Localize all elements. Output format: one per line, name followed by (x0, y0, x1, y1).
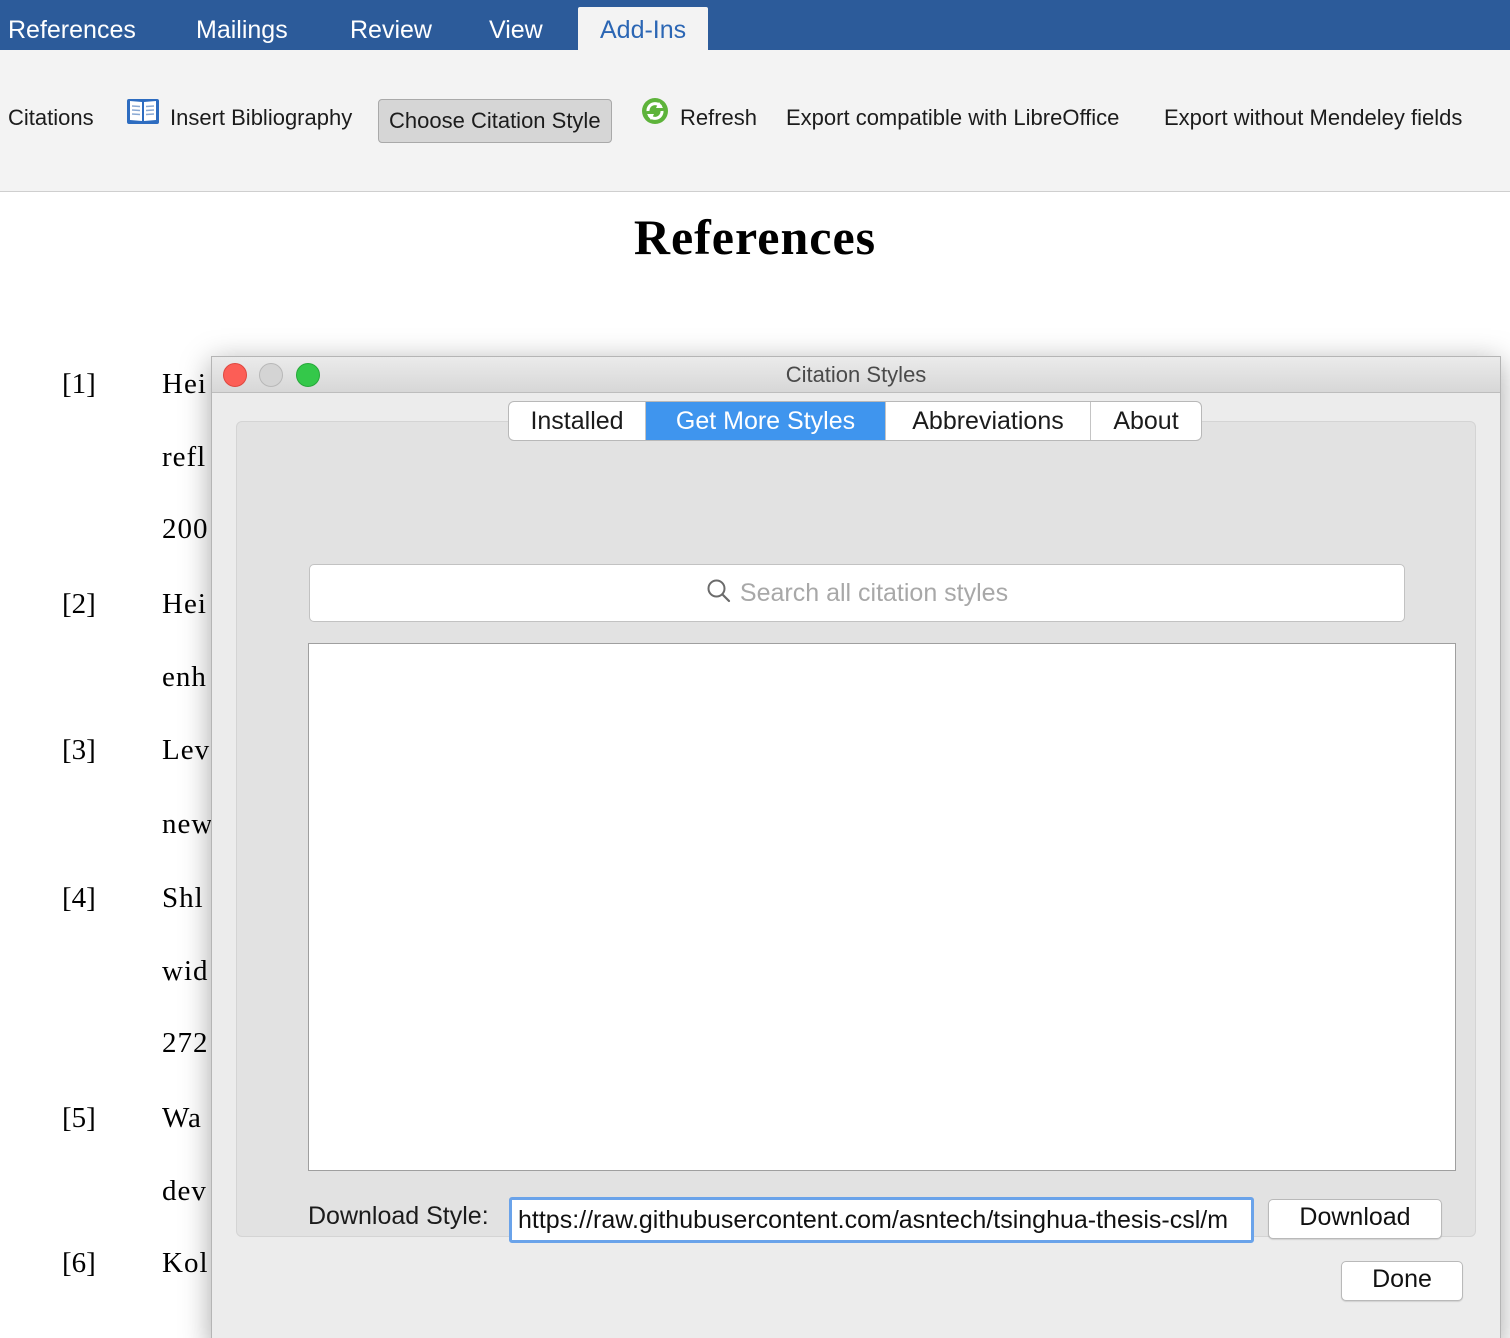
style-results-list[interactable] (308, 643, 1456, 1171)
ref-line: wid (162, 955, 209, 987)
ref-line: new (162, 808, 214, 840)
ref-number: [5] (62, 1102, 96, 1134)
tab-installed[interactable]: Installed (509, 402, 646, 440)
dialog-titlebar[interactable]: Citation Styles (212, 357, 1500, 393)
dialog-title: Citation Styles (785, 362, 927, 387)
ref-number: [3] (62, 734, 96, 766)
ref-line: Hei (162, 368, 207, 400)
ref-number: [2] (62, 588, 96, 620)
ref-line: Wa (162, 1102, 202, 1134)
insert-bibliography-label: Insert Bibliography (170, 105, 353, 130)
ref-line: 272 (162, 1027, 209, 1059)
refresh-label: Refresh (680, 105, 758, 130)
ref-line: Shl (162, 882, 204, 914)
tab-get-more-styles[interactable]: Get More Styles (646, 402, 886, 440)
refresh-button[interactable]: Refresh (640, 95, 757, 141)
ref-number: [6] (62, 1247, 96, 1279)
ref-line: 200 (162, 513, 209, 545)
tab-view[interactable]: View (489, 0, 543, 50)
ref-number: [4] (62, 882, 96, 914)
citations-button[interactable]: Citations (8, 95, 94, 141)
download-style-label: Download Style: (308, 1202, 489, 1230)
document-title: References (633, 209, 877, 265)
tab-about[interactable]: About (1091, 402, 1201, 440)
choose-citation-style-button[interactable]: Choose Citation Style (378, 99, 612, 143)
download-button[interactable]: Download (1268, 1199, 1442, 1239)
tab-add-ins[interactable]: Add-Ins (578, 7, 709, 50)
search-placeholder: Search all citation styles (739, 578, 1009, 607)
dialog-tab-bar: Installed Get More Styles Abbreviations … (508, 401, 1202, 441)
ribbon-tab-bar: References Mailings Review View Add-Ins (0, 0, 1510, 50)
ref-line: enh (162, 661, 207, 693)
download-url-value: https://raw.githubusercontent.com/asntec… (518, 1206, 1229, 1234)
ref-line: Lev (162, 734, 211, 766)
search-icon (706, 578, 732, 609)
ref-line: dev (162, 1175, 207, 1207)
export-libreoffice-button[interactable]: Export compatible with LibreOffice (786, 95, 1119, 141)
tab-mailings[interactable]: Mailings (196, 0, 288, 50)
ribbon-toolbar: Citations Insert Bibliography Choose Cit… (0, 50, 1510, 192)
export-without-mendeley-fields-button[interactable]: Export without Mendeley fields (1164, 95, 1462, 141)
tab-review[interactable]: Review (350, 0, 432, 50)
refresh-icon (640, 96, 670, 142)
tab-references[interactable]: References (8, 0, 136, 50)
tab-content-panel: Search all citation styles Download Styl… (236, 421, 1476, 1243)
ref-line: Kol (162, 1247, 209, 1279)
ref-number: [1] (62, 368, 96, 400)
download-url-input[interactable]: https://raw.githubusercontent.com/asntec… (509, 1197, 1254, 1243)
book-icon (126, 96, 160, 142)
tab-abbreviations[interactable]: Abbreviations (886, 402, 1091, 440)
ref-line: Hei (162, 588, 207, 620)
citation-styles-dialog: Citation Styles Search all citation styl… (211, 356, 1501, 1338)
search-field[interactable]: Search all citation styles (309, 564, 1405, 622)
done-button[interactable]: Done (1341, 1261, 1463, 1301)
ref-line: refl (162, 441, 207, 473)
insert-bibliography-button[interactable]: Insert Bibliography (126, 95, 352, 141)
